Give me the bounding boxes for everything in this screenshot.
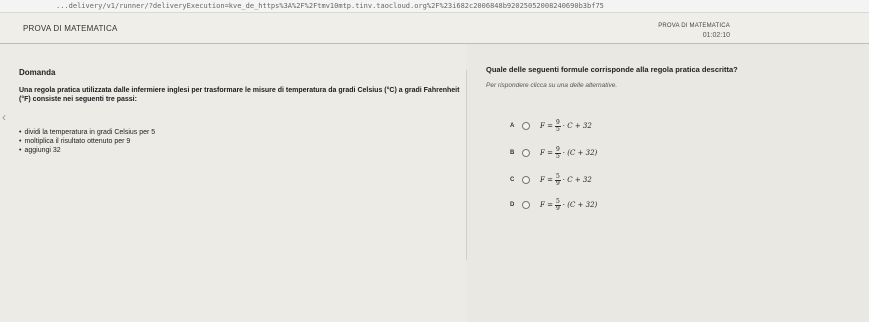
option-letter: A: [510, 123, 515, 129]
app-title: PROVA DI MATEMATICA: [23, 24, 118, 33]
option-c[interactable]: C F = 5 9 · C + 32: [510, 172, 592, 188]
option-d[interactable]: D F = 5 9 · (C + 32): [510, 197, 597, 213]
url-text: ...delivery/v1/runner/?deliveryExecution…: [56, 2, 604, 10]
formula-rhs: · (C + 32): [562, 149, 598, 157]
formula-lhs: F =: [540, 201, 553, 209]
formula-rhs: · C + 32: [562, 176, 592, 184]
formula-lhs: F =: [540, 149, 553, 157]
radio-button[interactable]: [522, 176, 530, 184]
option-letter: C: [510, 177, 515, 183]
step-item: moltiplica il risultato ottenuto per 9: [19, 137, 155, 146]
option-a[interactable]: A F = 9 5 · C + 32: [510, 118, 592, 134]
countdown-timer: 01:02:10: [702, 32, 730, 39]
answer-question-title: Quale delle seguenti formule corrisponde…: [486, 65, 738, 74]
fraction: 9 5: [554, 119, 561, 133]
radio-button[interactable]: [522, 149, 530, 157]
step-item: aggiungi 32: [19, 146, 155, 155]
formula: F = 9 5 · (C + 32): [540, 146, 598, 160]
formula-lhs: F =: [540, 176, 553, 184]
formula-rhs: · (C + 32): [562, 201, 598, 209]
fraction: 9 5: [554, 146, 561, 160]
option-letter: D: [510, 202, 515, 208]
radio-button[interactable]: [522, 122, 530, 130]
exam-title: PROVA DI MATEMATICA: [658, 23, 730, 29]
previous-arrow-icon[interactable]: ‹: [2, 110, 6, 124]
step-item: dividi la temperatura in gradi Celsius p…: [19, 128, 155, 137]
domanda-label: Domanda: [19, 68, 56, 77]
denominator: 5: [555, 152, 560, 160]
denominator: 9: [555, 204, 560, 212]
formula-lhs: F =: [540, 122, 553, 130]
formula: F = 9 5 · C + 32: [540, 119, 592, 133]
radio-button[interactable]: [522, 201, 530, 209]
question-text: Una regola pratica utilizzata dalle infe…: [19, 87, 460, 103]
option-letter: B: [510, 150, 515, 156]
answer-instruction: Per rispondere clicca su una delle alter…: [486, 82, 618, 89]
formula: F = 5 9 · C + 32: [540, 173, 592, 187]
panel-divider: [466, 70, 467, 260]
fraction: 5 9: [554, 198, 561, 212]
browser-url-bar[interactable]: ...delivery/v1/runner/?deliveryExecution…: [0, 0, 869, 13]
formula: F = 5 9 · (C + 32): [540, 198, 598, 212]
fraction: 5 9: [554, 173, 561, 187]
question-panel: ‹ Domanda Una regola pratica utilizzata …: [0, 44, 466, 322]
denominator: 5: [555, 125, 560, 133]
formula-rhs: · C + 32: [562, 122, 592, 130]
steps-list: dividi la temperatura in gradi Celsius p…: [19, 128, 155, 155]
question-stage: ‹ Domanda Una regola pratica utilizzata …: [0, 44, 869, 322]
exam-header: PROVA DI MATEMATICA PROVA DI MATEMATICA …: [0, 13, 869, 44]
denominator: 9: [555, 179, 560, 187]
option-b[interactable]: B F = 9 5 · (C + 32): [510, 145, 597, 161]
